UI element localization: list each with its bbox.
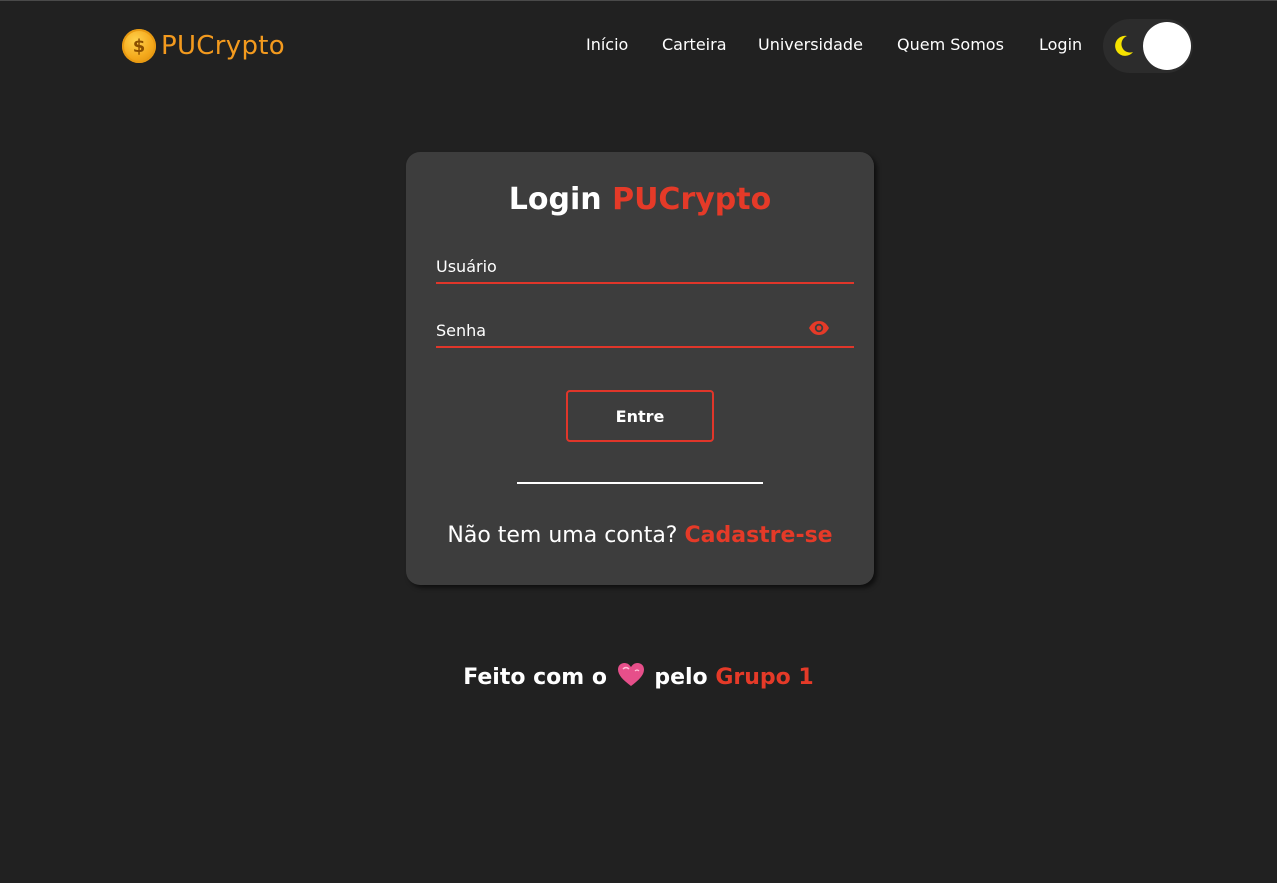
- nav-link-carteira[interactable]: Carteira: [662, 35, 727, 54]
- nav-link-quem-somos[interactable]: Quem Somos: [897, 35, 1004, 54]
- eye-icon[interactable]: [808, 320, 830, 336]
- brand-name: PUCrypto: [161, 31, 285, 61]
- signup-prompt: Não tem uma conta? Cadastre-se: [406, 523, 874, 548]
- brand-logo[interactable]: $ PUCrypto: [122, 28, 285, 64]
- divider: [517, 482, 763, 484]
- signup-link[interactable]: Cadastre-se: [684, 523, 832, 548]
- username-input[interactable]: [436, 250, 854, 282]
- password-input[interactable]: [436, 314, 854, 346]
- footer-text-before: Feito com o: [463, 665, 607, 690]
- footer-text-middle: pelo: [654, 665, 708, 690]
- password-field: [436, 314, 854, 348]
- moon-icon: [1115, 35, 1133, 56]
- login-title-prefix: Login: [508, 182, 602, 217]
- login-card: Login PUCrypto Entre Não tem uma conta? …: [406, 152, 874, 585]
- toggle-knob[interactable]: [1143, 22, 1191, 70]
- nav-link-login[interactable]: Login: [1039, 35, 1082, 54]
- username-field: [436, 250, 854, 284]
- theme-toggle[interactable]: [1103, 19, 1193, 73]
- login-title-brand: PUCrypto: [612, 182, 772, 217]
- signup-text: Não tem uma conta?: [447, 523, 678, 548]
- footer: Feito com o pelo Grupo 1: [0, 662, 1277, 690]
- heart-icon: [617, 663, 644, 686]
- navbar: $ PUCrypto Início Carteira Universidade …: [0, 0, 1277, 92]
- submit-button[interactable]: Entre: [566, 390, 714, 442]
- footer-team: Grupo 1: [715, 665, 814, 690]
- nav-link-inicio[interactable]: Início: [586, 35, 628, 54]
- nav-link-universidade[interactable]: Universidade: [758, 35, 863, 54]
- coin-icon: $: [122, 29, 156, 63]
- login-title: Login PUCrypto: [406, 182, 874, 217]
